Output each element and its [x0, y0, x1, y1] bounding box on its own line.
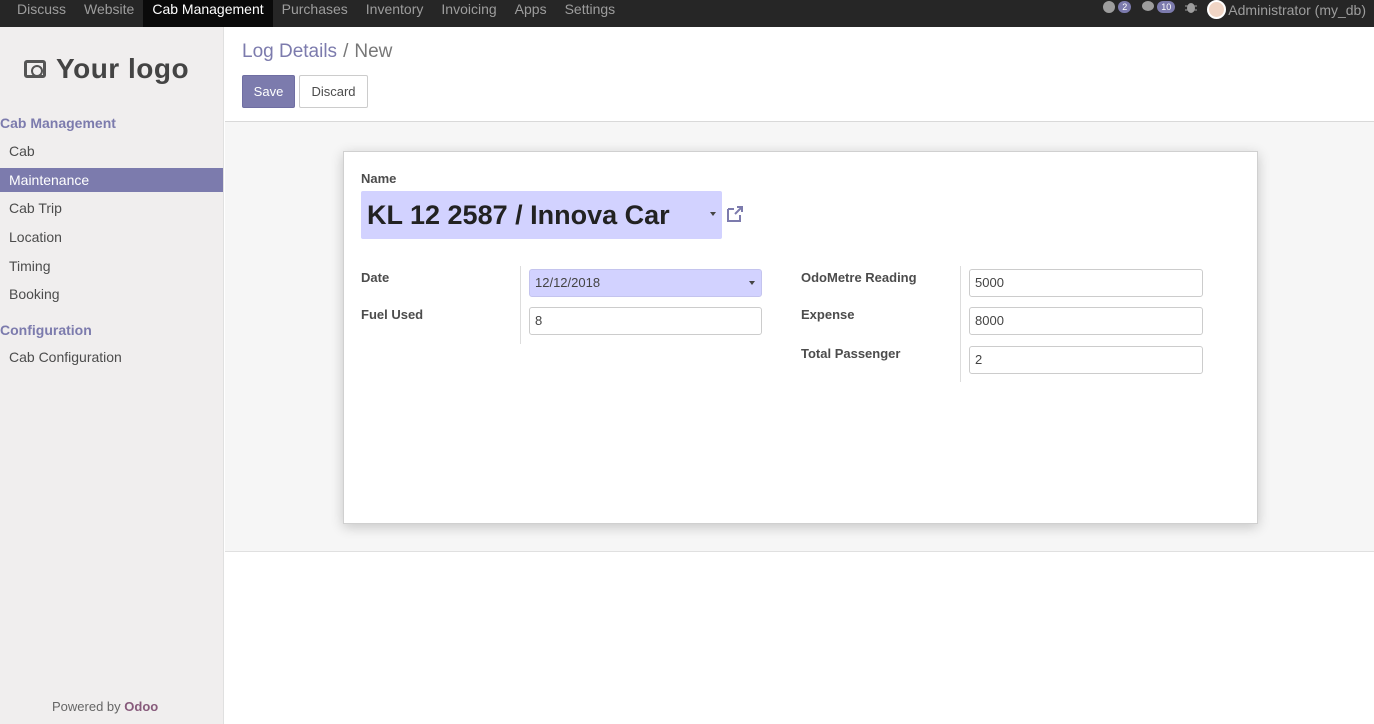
expense-label: Expense [801, 307, 855, 322]
sidebar-item-timing[interactable]: Timing [0, 254, 223, 278]
menu-settings[interactable]: Settings [556, 0, 625, 27]
chat-badge: 2 [1118, 1, 1132, 13]
top-navbar: Discuss Website Cab Management Purchases… [0, 0, 1374, 27]
sidebar-item-location[interactable]: Location [0, 225, 223, 249]
chat-button[interactable]: 2 [1102, 0, 1132, 14]
discard-button[interactable]: Discard [299, 75, 368, 108]
chat-icon [1103, 1, 1116, 13]
powered-prefix: Powered by [52, 699, 121, 714]
sidebar-item-cab[interactable]: Cab [0, 139, 223, 163]
left-group-divider [520, 266, 521, 344]
total-passenger-label: Total Passenger [801, 346, 901, 361]
control-panel: Log Details / New Save Discard [225, 27, 1374, 122]
expense-field[interactable]: 8000 [969, 307, 1203, 335]
bug-icon [1185, 3, 1198, 13]
breadcrumb-log-details[interactable]: Log Details [242, 41, 337, 63]
breadcrumb-separator: / [343, 41, 349, 62]
menu-website[interactable]: Website [75, 0, 143, 27]
section-configuration: Configuration [0, 322, 92, 338]
menu-invoicing[interactable]: Invoicing [432, 0, 505, 27]
date-value: 12/12/2018 [535, 275, 601, 290]
sidebar: Your logo Cab Management Cab Maintenance… [0, 27, 224, 724]
comments-icon [1142, 1, 1155, 11]
camera-icon [24, 60, 46, 78]
total-passenger-field[interactable]: 2 [969, 346, 1203, 374]
menu-inventory[interactable]: Inventory [357, 0, 433, 27]
fuel-used-label: Fuel Used [361, 307, 424, 322]
menu-apps[interactable]: Apps [506, 0, 556, 27]
user-menu[interactable]: Administrator (my_db) [1207, 0, 1366, 19]
date-field[interactable]: 12/12/2018 [529, 269, 762, 297]
odometer-value: 5000 [975, 275, 1004, 290]
odometer-field[interactable]: 5000 [969, 269, 1203, 297]
menu-cab-management[interactable]: Cab Management [143, 0, 273, 27]
form-sheet: Name KL 12 2587 / Innova Car Date 12/12/… [343, 151, 1258, 524]
save-button[interactable]: Save [242, 75, 295, 108]
debug-button[interactable] [1185, 0, 1198, 14]
menu-purchases[interactable]: Purchases [273, 0, 357, 27]
section-cab-management: Cab Management [0, 115, 116, 131]
powered-by: Powered by Odoo [52, 699, 158, 714]
date-label: Date [361, 270, 390, 285]
odoo-link[interactable]: Odoo [124, 699, 158, 714]
avatar [1207, 0, 1227, 19]
systray: 2 10 Administrator (my_db) [1102, 0, 1366, 27]
company-logo[interactable]: Your logo [24, 53, 189, 85]
expense-value: 8000 [975, 313, 1004, 328]
odometer-label: OdoMetre Reading [801, 270, 917, 285]
menu-discuss[interactable]: Discuss [8, 0, 75, 27]
sidebar-item-cab-configuration[interactable]: Cab Configuration [0, 345, 223, 369]
app-menu: Discuss Website Cab Management Purchases… [0, 0, 624, 27]
external-link-icon[interactable] [725, 204, 745, 224]
messages-badge: 10 [1157, 1, 1176, 13]
chevron-down-icon[interactable] [749, 281, 755, 285]
user-name: Administrator (my_db) [1228, 1, 1366, 18]
total-passenger-value: 2 [975, 352, 983, 367]
messages-button[interactable]: 10 [1141, 0, 1176, 14]
chevron-down-icon[interactable] [710, 212, 716, 216]
fuel-used-value: 8 [535, 313, 543, 328]
sidebar-item-cab-trip[interactable]: Cab Trip [0, 196, 223, 220]
name-field[interactable]: KL 12 2587 / Innova Car [361, 191, 722, 239]
right-group-divider [960, 266, 961, 382]
name-value: KL 12 2587 / Innova Car [367, 199, 670, 230]
logo-text: Your logo [56, 53, 190, 84]
name-label: Name [361, 171, 397, 186]
breadcrumb: Log Details / New [242, 41, 392, 63]
sidebar-item-maintenance[interactable]: Maintenance [0, 168, 223, 192]
sidebar-item-booking[interactable]: Booking [0, 282, 223, 306]
fuel-used-field[interactable]: 8 [529, 307, 762, 335]
breadcrumb-current: New [354, 41, 393, 62]
